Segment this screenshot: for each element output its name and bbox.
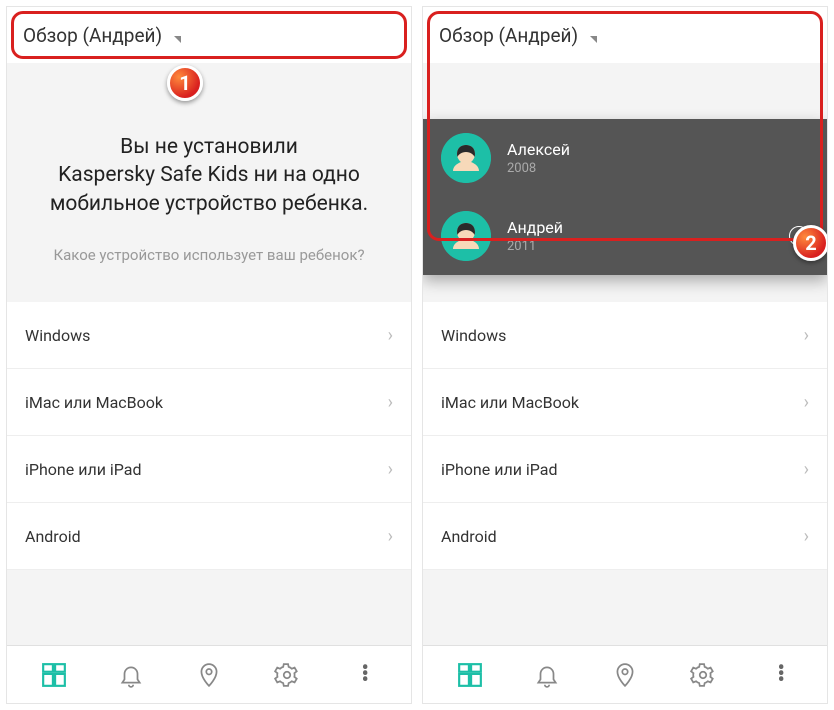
- intro-block: Вы не установили Kaspersky Safe Kids ни …: [7, 63, 411, 274]
- nav-bell-icon[interactable]: [118, 662, 144, 688]
- chevron-right-icon: ›: [804, 392, 809, 413]
- nav-more-icon[interactable]: •••: [351, 662, 377, 688]
- bottom-nav: •••: [423, 645, 827, 703]
- intro-question: Какое устройство использует ваш ребенок?: [31, 246, 387, 264]
- chevron-right-icon: ›: [388, 325, 393, 346]
- nav-more-icon[interactable]: •••: [767, 662, 793, 688]
- header-dropdown[interactable]: Обзор (Андрей): [23, 24, 162, 47]
- device-list: Windows › iMac или MacBook › iPhone или …: [423, 302, 827, 570]
- chevron-right-icon: ›: [388, 526, 393, 547]
- device-item-ios[interactable]: iPhone или iPad ›: [423, 436, 827, 503]
- profile-text: Алексей 2008: [507, 140, 809, 176]
- annotation-badge-2: 2: [793, 225, 828, 261]
- nav-bell-icon[interactable]: [534, 662, 560, 688]
- device-item-mac[interactable]: iMac или MacBook ›: [423, 369, 827, 436]
- nav-overview-icon[interactable]: [41, 662, 67, 688]
- device-label: Windows: [441, 326, 506, 345]
- phone-screen-right: 2 Обзор (Андрей) Алексей 2008 Андрей: [422, 6, 828, 704]
- profile-year: 2008: [507, 161, 809, 176]
- device-label: iPhone или iPad: [441, 460, 558, 479]
- header-dropdown[interactable]: Обзор (Андрей): [439, 24, 578, 47]
- profile-item-andrey[interactable]: Андрей 2011: [423, 197, 827, 275]
- main-content: Вы не установили Kaspersky Safe Kids ни …: [7, 63, 411, 645]
- device-label: Android: [25, 527, 81, 546]
- chevron-right-icon: ›: [804, 325, 809, 346]
- device-item-ios[interactable]: iPhone или iPad ›: [7, 436, 411, 503]
- header-bar: Обзор (Андрей): [7, 7, 411, 63]
- nav-location-icon[interactable]: [196, 662, 222, 688]
- intro-heading: Вы не установили Kaspersky Safe Kids ни …: [31, 133, 387, 218]
- device-label: iPhone или iPad: [25, 460, 142, 479]
- device-label: Android: [441, 527, 497, 546]
- device-item-mac[interactable]: iMac или MacBook ›: [7, 369, 411, 436]
- device-item-android[interactable]: Android ›: [7, 503, 411, 570]
- nav-location-icon[interactable]: [612, 662, 638, 688]
- bottom-nav: •••: [7, 645, 411, 703]
- chevron-right-icon: ›: [804, 459, 809, 480]
- nav-overview-icon[interactable]: [457, 662, 483, 688]
- profile-dropdown: Алексей 2008 Андрей 2011: [423, 119, 827, 275]
- profile-text: Андрей 2011: [507, 218, 773, 254]
- nav-settings-icon[interactable]: [690, 662, 716, 688]
- profile-name: Андрей: [507, 218, 773, 237]
- nav-settings-icon[interactable]: [274, 662, 300, 688]
- chevron-right-icon: ›: [804, 526, 809, 547]
- header-bar: Обзор (Андрей): [423, 7, 827, 63]
- device-item-android[interactable]: Android ›: [423, 503, 827, 570]
- avatar: [441, 133, 491, 183]
- dropdown-triangle-icon[interactable]: [590, 36, 597, 43]
- chevron-right-icon: ›: [388, 392, 393, 413]
- profile-item-alexey[interactable]: Алексей 2008: [423, 119, 827, 197]
- device-label: iMac или MacBook: [441, 393, 579, 412]
- avatar: [441, 211, 491, 261]
- main-content: Алексей 2008 Андрей 2011 Вы не установи: [423, 63, 827, 645]
- phone-screen-left: 1 Обзор (Андрей) Вы не установили Kasper…: [6, 6, 412, 704]
- chevron-right-icon: ›: [388, 459, 393, 480]
- device-item-windows[interactable]: Windows ›: [7, 302, 411, 369]
- device-label: iMac или MacBook: [25, 393, 163, 412]
- profile-name: Алексей: [507, 140, 809, 159]
- device-item-windows[interactable]: Windows ›: [423, 302, 827, 369]
- device-list: Windows › iMac или MacBook › iPhone или …: [7, 302, 411, 570]
- device-label: Windows: [25, 326, 90, 345]
- annotation-badge-1: 1: [167, 65, 203, 101]
- dropdown-triangle-icon[interactable]: [174, 36, 181, 43]
- profile-year: 2011: [507, 239, 773, 254]
